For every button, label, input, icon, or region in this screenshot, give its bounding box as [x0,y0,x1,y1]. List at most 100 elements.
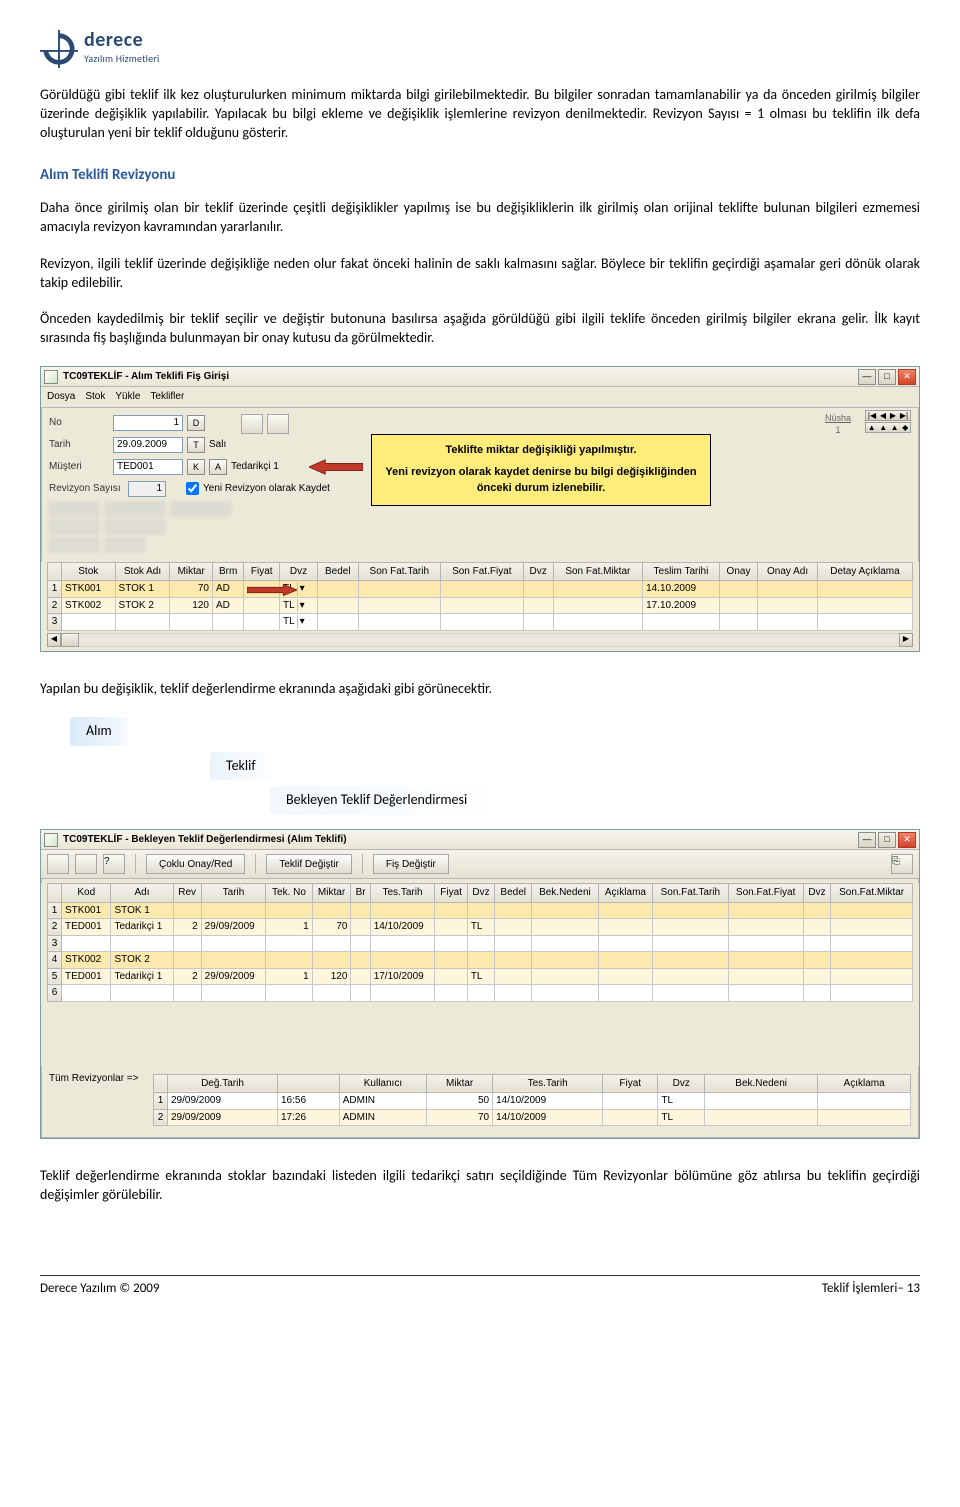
col-header[interactable]: Miktar [427,1074,493,1093]
coklu-onay-button[interactable]: Çoklu Onay/Red [146,854,245,874]
help-icon[interactable]: ? [103,854,125,874]
fis-degistir-button[interactable]: Fiş Değiştir [373,854,449,874]
col-header[interactable]: Dvz [280,562,318,581]
col-header[interactable]: Stok Adı [115,562,170,581]
col-header[interactable]: Açıklama [818,1074,911,1093]
input-no[interactable]: 1 [113,415,183,431]
col-header[interactable]: Brm [212,562,243,581]
col-header[interactable]: Tes.Tarih [370,884,435,903]
grid-revizyonlar[interactable]: Değ.Tarih KullanıcıMiktarTes.TarihFiyatDv… [153,1074,911,1127]
export-icon[interactable]: ⎘ [891,854,913,874]
col-header[interactable]: Rev [173,884,201,903]
col-header[interactable] [48,884,62,903]
col-header[interactable]: Onay Adı [758,562,818,581]
col-header[interactable]: Son Fat.Miktar [553,562,642,581]
col-header[interactable]: Son.Fat.Fiyat [728,884,803,903]
lookup-a-button[interactable]: A [209,459,227,475]
col-header[interactable]: Son Fat.Fiyat [441,562,524,581]
section-heading-revision: Alım Teklifi Revizyonu [40,165,920,185]
col-header[interactable]: Bek.Nedeni [705,1074,818,1093]
col-header[interactable]: Dvz [658,1074,705,1093]
close-button-2[interactable]: ✕ [898,832,916,848]
col-header[interactable]: Son.Fat.Miktar [831,884,913,903]
window-title: TC09TEKLİF - Alım Teklifi Fiş Girişi [63,370,858,384]
col-header[interactable]: Fiyat [244,562,280,581]
input-tarih[interactable]: 29.09.2009 [113,437,183,453]
table-row[interactable]: 4STK002STOK 2 [48,952,913,969]
col-header[interactable]: Kod [62,884,111,903]
col-header[interactable]: Son Fat.Tarih [358,562,441,581]
col-header[interactable] [277,1074,339,1093]
col-header[interactable]: Dvz [803,884,830,903]
table-row[interactable]: 2TED001Tedarikçi 1229/09/200917014/10/20… [48,919,913,936]
table-row[interactable]: 1STK001STOK 170ADTL▾14.10.2009 [48,581,913,598]
horizontal-scrollbar[interactable]: ◀ ▶ [47,633,913,647]
table-row[interactable]: 6 [48,985,913,1002]
table-row[interactable]: 5TED001Tedarikçi 1229/09/2009112017/10/2… [48,968,913,985]
label-musteri: Müşteri [49,460,109,474]
col-header[interactable]: Miktar [312,884,351,903]
nav-down[interactable]: ▲▲▲◆ [865,422,911,433]
calendar-button[interactable]: T [187,437,205,453]
minimize-button[interactable]: — [858,369,876,385]
col-header[interactable]: Br [351,884,370,903]
lookup-d-button[interactable]: D [187,415,205,431]
col-header[interactable]: Tarih [201,884,266,903]
table-row[interactable]: 229/09/200917:26ADMIN7014/10/2009TL [154,1109,911,1126]
refresh-icon[interactable] [47,854,69,874]
list-icon[interactable] [75,854,97,874]
col-header[interactable] [154,1074,168,1093]
col-header[interactable] [48,562,62,581]
col-header[interactable]: Tek. No [266,884,312,903]
arrow-red-miktar-icon [247,582,297,598]
col-header[interactable]: Bedel [318,562,358,581]
input-musteri-kod[interactable]: TED001 [113,459,183,475]
nav-arrows: |◀◀▶▶| ▲▲▲◆ [865,410,911,433]
checkbox-yeni-revizyon[interactable] [186,482,199,495]
col-header[interactable]: Stok [62,562,116,581]
menu-dosya[interactable]: Dosya [47,390,75,404]
grid-degerlendirme[interactable]: KodAdıRevTarihTek. NoMiktarBrTes.TarihFi… [47,883,913,1002]
table-row[interactable]: 2STK002STOK 2120ADTL▾17.10.2009 [48,597,913,614]
rev-label: Tüm Revizyonlar => [49,1070,149,1086]
table-row[interactable]: 3 [48,935,913,952]
lookup-k-button[interactable]: K [187,459,205,475]
col-header[interactable]: Onay [719,562,757,581]
scroll-thumb[interactable] [61,633,79,647]
nav-up[interactable]: |◀◀▶▶| [865,410,911,421]
col-header[interactable]: Miktar [170,562,213,581]
table-row[interactable]: 1STK001STOK 1 [48,902,913,919]
nusha-value: 1 [825,424,851,436]
col-header[interactable]: Kullanıcı [339,1074,426,1093]
col-header[interactable]: Son.Fat.Tarih [653,884,728,903]
col-header[interactable]: Adı [111,884,173,903]
toolbar-icon-2[interactable] [267,414,289,434]
menu-stok[interactable]: Stok [85,390,105,404]
menu-yukle[interactable]: Yükle [115,390,140,404]
scroll-left-button[interactable]: ◀ [47,633,61,647]
close-button[interactable]: ✕ [898,369,916,385]
col-header[interactable]: Açıklama [598,884,653,903]
col-header[interactable]: Bek.Nedeni [532,884,599,903]
maximize-button[interactable]: □ [878,369,896,385]
col-header[interactable]: Dvz [523,562,553,581]
footer-rule [40,1275,920,1276]
col-header[interactable]: Dvz [467,884,494,903]
col-header[interactable]: Tes.Tarih [493,1074,603,1093]
app-icon-2 [44,833,58,847]
col-header[interactable]: Teslim Tarihi [643,562,720,581]
teklif-degistir-button[interactable]: Teklif Değiştir [266,854,351,874]
grid-teklif-lines[interactable]: StokStok AdıMiktarBrmFiyatDvzBedelSon Fa… [47,562,913,631]
minimize-button-2[interactable]: — [858,832,876,848]
col-header[interactable]: Detay Açıklama [817,562,912,581]
col-header[interactable]: Bedel [495,884,532,903]
table-row[interactable]: 3TL▾ [48,614,913,631]
toolbar-icon-1[interactable] [241,414,263,434]
scroll-right-button[interactable]: ▶ [899,633,913,647]
col-header[interactable]: Fiyat [603,1074,658,1093]
menu-teklifler[interactable]: Teklifler [150,390,184,404]
table-row[interactable]: 129/09/200916:56ADMIN5014/10/2009TL [154,1093,911,1110]
col-header[interactable]: Fiyat [435,884,467,903]
maximize-button-2[interactable]: □ [878,832,896,848]
col-header[interactable]: Değ.Tarih [168,1074,278,1093]
